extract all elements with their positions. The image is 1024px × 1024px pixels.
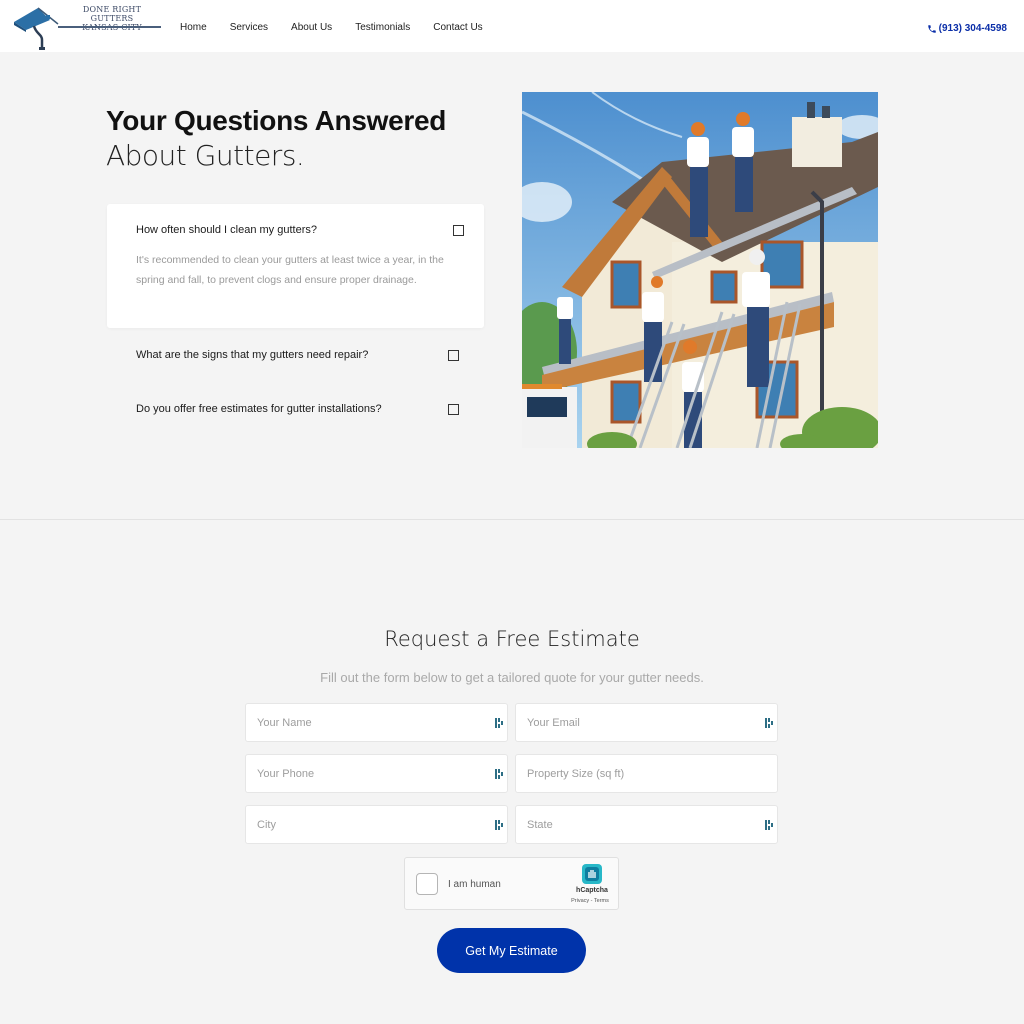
nav-services[interactable]: Services	[230, 22, 268, 33]
estimate-title: Request a Free Estimate	[384, 627, 640, 651]
email-field[interactable]	[515, 703, 778, 742]
phone-number: (913) 304-4598	[938, 23, 1007, 34]
logo-text: DONE RIGHT GUTTERS KANSAS CITY	[62, 5, 162, 32]
logo-line1: DONE RIGHT GUTTERS	[82, 5, 142, 23]
nav-about-us[interactable]: About Us	[291, 22, 332, 33]
gutter-workers-image	[522, 92, 878, 448]
nav-home[interactable]: Home	[180, 22, 207, 33]
logo-underline	[58, 26, 161, 28]
password-manager-icon[interactable]	[495, 819, 503, 831]
faq-toggle-icon-1[interactable]	[453, 225, 464, 236]
get-estimate-button[interactable]: Get My Estimate	[437, 928, 586, 973]
nav-testimonials[interactable]: Testimonials	[355, 22, 410, 33]
captcha-privacy-terms-links[interactable]: Privacy - Terms	[563, 898, 617, 904]
name-field[interactable]	[245, 703, 508, 742]
house-gutter-logo-icon	[14, 7, 59, 50]
main-nav: Home Services About Us Testimonials Cont…	[180, 22, 506, 33]
faq-heading-light: About Gutters.	[106, 139, 305, 172]
faq-heading: Your Questions Answered About Gutters.	[106, 104, 446, 174]
faq-question-3[interactable]: Do you offer free estimates for gutter i…	[136, 403, 382, 415]
email-input[interactable]	[516, 704, 777, 741]
property-size-input[interactable]	[516, 755, 777, 792]
hcaptcha-widget: I am human hCaptcha Privacy - Terms	[404, 857, 619, 910]
password-manager-icon[interactable]	[495, 768, 503, 780]
city-input[interactable]	[246, 806, 507, 843]
faq-answer-1: It's recommended to clean your gutters a…	[136, 254, 444, 286]
password-manager-icon[interactable]	[765, 819, 773, 831]
phone-link[interactable]: (913) 304-4598	[927, 23, 1007, 34]
phone-icon	[927, 24, 936, 33]
captcha-checkbox[interactable]	[416, 873, 438, 895]
property-size-field[interactable]	[515, 754, 778, 793]
hcaptcha-logo-icon	[582, 864, 602, 884]
faq-question-2[interactable]: What are the signs that my gutters need …	[136, 349, 368, 361]
captcha-label: I am human	[448, 879, 501, 890]
faq-toggle-icon-2[interactable]	[448, 350, 459, 361]
faq-heading-bold: Your Questions Answered	[106, 105, 447, 136]
faq-question-1[interactable]: How often should I clean my gutters?	[136, 224, 317, 236]
section-divider	[0, 519, 1024, 520]
estimate-subtitle: Fill out the form below to get a tailore…	[320, 670, 704, 685]
password-manager-icon[interactable]	[765, 717, 773, 729]
logo-line2: KANSAS CITY	[82, 23, 142, 32]
city-field[interactable]	[245, 805, 508, 844]
phone-input[interactable]	[246, 755, 507, 792]
state-input[interactable]	[516, 806, 777, 843]
site-header: DONE RIGHT GUTTERS KANSAS CITY Home Serv…	[0, 0, 1024, 52]
name-input[interactable]	[246, 704, 507, 741]
captcha-brand: hCaptcha	[576, 887, 608, 894]
phone-field[interactable]	[245, 754, 508, 793]
password-manager-icon[interactable]	[495, 717, 503, 729]
faq-toggle-icon-3[interactable]	[448, 404, 459, 415]
nav-contact-us[interactable]: Contact Us	[433, 22, 482, 33]
state-field[interactable]	[515, 805, 778, 844]
site-logo[interactable]: DONE RIGHT GUTTERS KANSAS CITY	[12, 4, 162, 52]
